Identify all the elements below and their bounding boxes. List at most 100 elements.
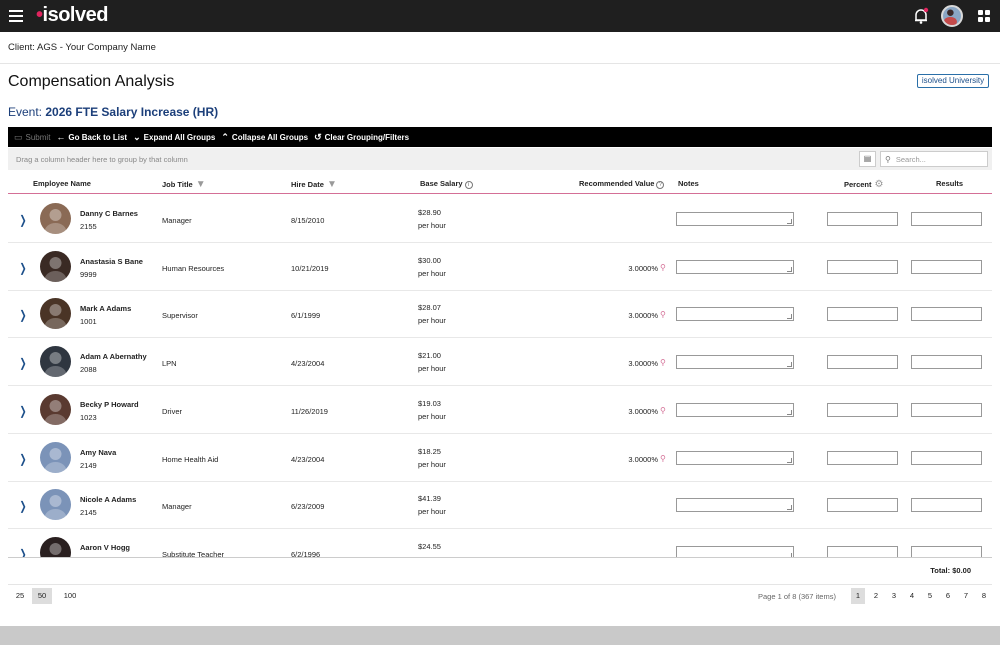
percent-input[interactable] [827,498,898,513]
table-row: ❯ Amy Nava 2149 Home Health Aid 4/23/200… [8,434,992,482]
percent-input[interactable] [827,259,898,274]
col-base-salary[interactable]: Base Salary i [420,179,473,189]
percent-input[interactable] [827,545,898,557]
magnify-icon[interactable]: ⚲ [660,358,666,367]
isolved-university-link[interactable]: isolved University [917,74,989,88]
percent-input[interactable] [827,450,898,465]
base-salary: $28.07 [418,303,441,313]
notes-textarea[interactable] [676,450,794,465]
employee-name: Danny C Barnes [80,209,138,218]
results-input[interactable] [911,355,982,370]
search-input[interactable]: ⚲ Search... [880,151,988,167]
client-bar: Client: AGS - Your Company Name [0,32,1000,64]
collapse-all-button[interactable]: ⌃ Collapse All Groups [221,132,308,143]
gear-icon[interactable]: ⚙ [875,179,884,190]
salary-unit: per hour [418,268,446,278]
client-label: Client: AGS - Your Company Name [8,42,156,53]
results-input[interactable] [911,498,982,513]
export-icon[interactable]: ▤ [859,151,876,167]
magnify-icon[interactable]: ⚲ [660,454,666,463]
results-input[interactable] [911,212,982,226]
magnify-icon[interactable]: ⚲ [660,263,666,272]
isolved-logo[interactable]: •isolved [36,4,108,27]
grid-header: Employee Name Job Title ▼ Hire Date ▼ Base… [8,172,992,194]
salary-unit: per hour [418,316,446,326]
table-row: ❯ Mark A Adams 1001 Supervisor 6/1/1999 … [8,290,992,339]
results-input[interactable] [911,402,982,417]
job-title: Manager [162,502,192,512]
hire-date: 6/1/1999 [291,311,321,321]
employee-avatar [40,298,71,330]
notes-textarea[interactable] [676,212,794,226]
user-avatar[interactable] [941,5,963,27]
recommended-value: 3.0000% [628,263,658,273]
notes-textarea[interactable] [676,259,794,274]
magnify-icon[interactable]: ⚲ [660,310,666,319]
results-input[interactable] [911,450,982,465]
expand-row-chevron-icon[interactable]: ❯ [20,452,27,466]
recommended-value: 3.0000% [628,406,658,416]
employee-avatar [40,393,71,425]
results-input[interactable] [911,545,982,557]
filter-icon[interactable]: ▼ [327,179,337,190]
page-size-option[interactable]: 50 [32,588,52,604]
notes-textarea[interactable] [676,402,794,417]
page-size-option[interactable]: 100 [59,588,81,604]
col-hire-date[interactable]: Hire Date ▼ [291,179,337,190]
hamburger-menu-icon[interactable] [9,10,23,22]
magnify-icon[interactable]: ⚲ [660,406,666,415]
results-input[interactable] [911,307,982,322]
pager: Page 1 of 8 (367 items) 25 50 100 1 2 3 4 5 6 7 8 [8,584,992,608]
filter-icon[interactable]: ▼ [196,179,206,190]
page-number-6[interactable]: 6 [941,588,955,604]
notes-textarea[interactable] [676,545,794,557]
percent-input[interactable] [827,355,898,370]
notes-textarea[interactable] [676,307,794,322]
page-number-1[interactable]: 1 [851,588,865,604]
table-row: ❯ Adam A Abernathy 2088 LPN 4/23/2004 $2… [8,338,992,387]
page-number-4[interactable]: 4 [905,588,919,604]
page-number-2[interactable]: 2 [869,588,883,604]
clear-filters-button[interactable]: ↺ Clear Grouping/Filters [314,132,409,143]
submit-button[interactable]: ▭ Submit [14,132,50,143]
results-input[interactable] [911,259,982,274]
app-grid-icon[interactable] [978,10,990,22]
employee-name: Amy Nava [80,447,117,457]
page-number-8[interactable]: 8 [977,588,991,604]
notes-textarea[interactable] [676,498,794,513]
job-title: Substitute Teacher [162,549,224,557]
employee-id: 9999 [80,269,97,279]
hire-date: 4/23/2004 [291,359,325,369]
expand-row-chevron-icon[interactable]: ❯ [20,404,27,418]
col-percent[interactable]: Percent ⚙ [844,179,883,190]
group-panel[interactable]: Drag a column header here to group by th… [8,148,992,170]
page-number-7[interactable]: 7 [959,588,973,604]
job-title: Home Health Aid [162,454,219,464]
help-icon[interactable]: ? [656,181,665,189]
page-info: Page 1 of 8 (367 items) [758,592,836,601]
page-size-option[interactable]: 25 [10,588,30,604]
page-number-5[interactable]: 5 [923,588,937,604]
notes-textarea[interactable] [676,355,794,370]
expand-row-chevron-icon[interactable]: ❯ [20,308,27,322]
percent-input[interactable] [827,402,898,417]
expand-row-chevron-icon[interactable]: ❯ [20,499,27,513]
col-employee-name[interactable]: Employee Name [33,179,91,188]
percent-input[interactable] [827,212,898,226]
chevron-up-icon: ⌃ [221,131,229,142]
percent-input[interactable] [827,307,898,322]
expand-row-chevron-icon[interactable]: ❯ [20,261,27,275]
expand-row-chevron-icon[interactable]: ❯ [20,356,27,370]
col-job-title[interactable]: Job Title ▼ [162,179,206,190]
expand-row-chevron-icon[interactable]: ❯ [20,213,27,227]
info-icon[interactable]: i [464,181,473,189]
base-salary: $41.39 [418,494,441,504]
go-back-button[interactable]: ← Go Back to List [56,132,127,142]
expand-row-chevron-icon[interactable]: ❯ [20,547,27,557]
col-notes[interactable]: Notes [678,179,699,188]
page-number-3[interactable]: 3 [887,588,901,604]
col-results[interactable]: Results [936,179,963,188]
col-recommended-value[interactable]: Recommended Value? [579,179,665,189]
notification-bell-icon[interactable] [912,7,930,25]
expand-all-button[interactable]: ⌄ Expand All Groups [133,132,215,143]
